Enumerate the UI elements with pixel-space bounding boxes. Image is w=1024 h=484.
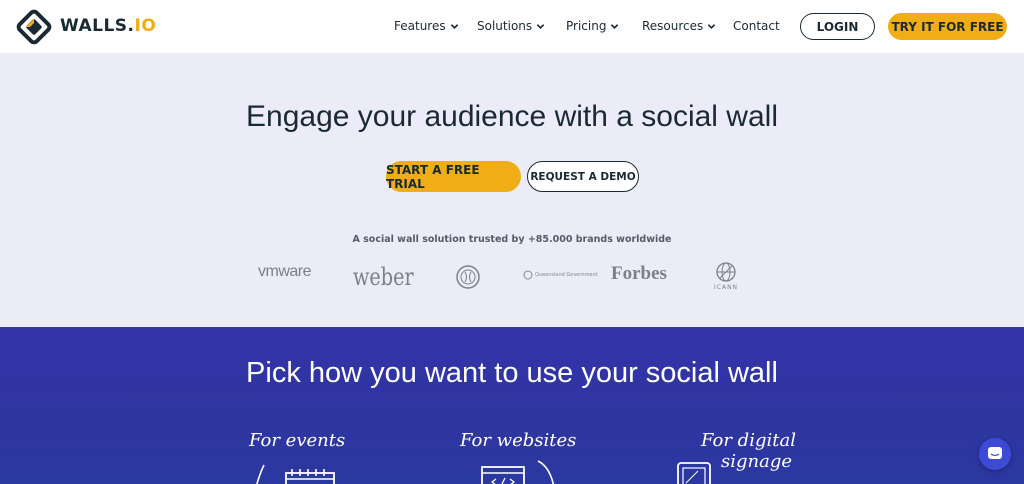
forbes-logo: Forbes	[611, 263, 667, 284]
nav-features[interactable]: Features	[394, 19, 459, 33]
start-free-trial-button[interactable]: START A FREE TRIAL	[386, 161, 521, 192]
use-cases-section: Pick how you want to use your social wal…	[0, 327, 1024, 484]
nav-contact[interactable]: Contact	[733, 19, 780, 33]
nav-features-label: Features	[394, 19, 446, 33]
nav-pricing-label: Pricing	[566, 19, 607, 33]
browser-code-icon	[481, 460, 555, 484]
nav-solutions[interactable]: Solutions	[477, 19, 545, 33]
nav-pricing[interactable]: Pricing	[566, 19, 619, 33]
calendar-icon	[256, 464, 335, 484]
option-events-label[interactable]: For events	[249, 430, 345, 451]
chevron-down-icon	[536, 23, 545, 29]
walls-logo-icon[interactable]	[16, 9, 52, 45]
trusted-by-text: A social wall solution trusted by +85.00…	[352, 234, 672, 245]
logo-text-io: IO	[134, 16, 157, 36]
nav-contact-label: Contact	[733, 19, 780, 33]
chat-icon	[988, 447, 1002, 459]
crest-icon	[523, 270, 533, 280]
globe-icon	[716, 262, 736, 282]
option-digital-signage-label-2[interactable]: signage	[721, 451, 792, 472]
chat-launcher-button[interactable]	[979, 438, 1011, 470]
request-demo-button[interactable]: REQUEST A DEMO	[527, 161, 639, 192]
icann-label: ICANN	[714, 284, 739, 291]
seal-logo-icon	[456, 265, 480, 289]
option-digital-signage-label-1[interactable]: For digital	[701, 430, 796, 451]
icann-logo: ICANN	[714, 261, 738, 291]
tablet-icon	[677, 462, 711, 484]
chevron-down-icon	[450, 23, 458, 29]
weber-logo: weber	[353, 263, 414, 291]
nav-resources-label: Resources	[642, 19, 704, 33]
hero-section: Engage your audience with a social wall …	[0, 53, 1024, 327]
top-nav: WALLS.IO Features Solutions Pricing Reso…	[0, 0, 1024, 53]
try-for-free-button[interactable]: TRY IT FOR FREE	[888, 13, 1007, 40]
option-websites-label[interactable]: For websites	[460, 430, 576, 451]
use-cases-title: Pick how you want to use your social wal…	[246, 357, 778, 389]
logo-text[interactable]: WALLS.IO	[60, 16, 156, 36]
queensland-government-logo: Queensland Government	[523, 270, 598, 280]
hero-title: Engage your audience with a social wall	[246, 100, 778, 133]
nav-resources[interactable]: Resources	[642, 19, 716, 33]
vmware-logo: vmware	[258, 263, 312, 280]
login-button[interactable]: LOGIN	[800, 13, 875, 40]
chevron-down-icon	[611, 23, 619, 29]
chevron-down-icon	[708, 23, 716, 29]
queensland-government-label: Queensland Government	[535, 272, 598, 278]
nav-solutions-label: Solutions	[477, 19, 533, 33]
